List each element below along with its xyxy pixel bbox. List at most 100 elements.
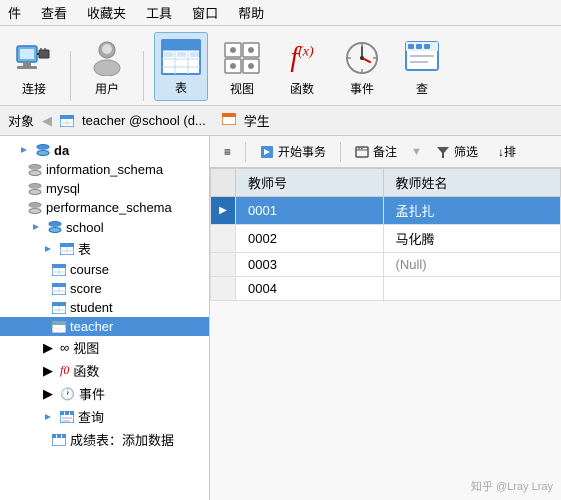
backup-button[interactable]: 备注 [347, 140, 405, 163]
col-header-name: 教师姓名 [383, 169, 560, 197]
school-db-icon [48, 220, 62, 234]
object-bar: 对象 ◀ teacher @school (d... 学生 [0, 106, 561, 136]
views-expand-icon: ▶ [40, 340, 56, 356]
event-icon [342, 38, 382, 78]
score-icon [52, 283, 66, 295]
school-expand-icon [28, 219, 44, 235]
filter-button[interactable]: 筛选 [428, 140, 486, 163]
functions-icon: f0 [60, 363, 69, 378]
mysql-label: mysql [46, 181, 80, 196]
sidebar-item-information-schema[interactable]: information_schema [0, 160, 209, 179]
null-text: (Null) [396, 257, 427, 272]
queries-label: 查询 [78, 407, 104, 426]
toolbar-function[interactable]: f(x) 函数 [276, 34, 328, 101]
cell-name-4[interactable] [383, 277, 560, 301]
sidebar-item-performance-schema[interactable]: performance_schema [0, 198, 209, 217]
sidebar-item-views[interactable]: ▶ ∞ 视图 [0, 336, 209, 359]
tables-group-icon [60, 243, 74, 255]
toolbar-divider-2 [143, 51, 144, 101]
menu-help[interactable]: 帮助 [234, 1, 268, 24]
teacher-icon [52, 321, 66, 333]
row-indicator-4 [211, 277, 236, 301]
toolbar-query[interactable]: 查 [396, 34, 448, 101]
menu-window[interactable]: 窗口 [188, 1, 222, 24]
menu-view[interactable]: 查看 [37, 1, 71, 24]
toolbar-connect[interactable]: 连接 [8, 34, 60, 101]
filter-icon [436, 145, 450, 159]
sidebar-item-school[interactable]: school [0, 217, 209, 237]
table-row[interactable]: 0002 马化腾 [211, 225, 561, 253]
backup-icon [355, 145, 369, 159]
table-row[interactable]: 0003 (Null) [211, 253, 561, 277]
sort-button[interactable]: ↓排 [490, 140, 524, 163]
toolbar-query-label: 查 [416, 80, 428, 97]
toolbar-divider-1 [70, 51, 71, 101]
sidebar-item-student[interactable]: student [0, 298, 209, 317]
table-row[interactable]: 0004 [211, 277, 561, 301]
cell-name-1[interactable]: 孟扎扎 [383, 197, 560, 225]
tables-label: 表 [78, 239, 91, 258]
toolbar-event-label: 事件 [350, 80, 374, 97]
views-label: 视图 [73, 338, 99, 357]
tab-student[interactable]: 学生 [244, 111, 270, 130]
transaction-button[interactable]: 开始事务 [252, 140, 334, 163]
sidebar-item-score-report[interactable]: 成绩表：添加数据 [0, 428, 209, 451]
sidebar-item-events[interactable]: ▶ 🕐 事件 [0, 382, 209, 405]
row-indicator-3 [211, 253, 236, 277]
function-icon: f(x) [282, 38, 322, 78]
score-report-label: 成绩表：添加数据 [70, 430, 174, 449]
cell-name-2[interactable]: 马化腾 [383, 225, 560, 253]
content-area: ≡ 开始事务 备注 ▼ [210, 136, 561, 500]
toolbar-event[interactable]: 事件 [336, 34, 388, 101]
events-expand-icon: ▶ [40, 386, 56, 402]
content-toolbar: ≡ 开始事务 备注 ▼ [210, 136, 561, 168]
da-label: da [54, 143, 69, 158]
sidebar-item-course[interactable]: course [0, 260, 209, 279]
toolbar-view-label: 视图 [230, 80, 254, 97]
functions-label: 函数 [73, 361, 99, 380]
functions-expand-icon: ▶ [40, 363, 56, 379]
table-large-icon [161, 37, 201, 77]
sidebar-item-teacher[interactable]: teacher [0, 317, 209, 336]
toolbar-view[interactable]: 视图 [216, 34, 268, 101]
sidebar-item-functions[interactable]: ▶ f0 函数 [0, 359, 209, 382]
performance-schema-icon [28, 201, 42, 215]
score-label: score [70, 281, 102, 296]
menu-file[interactable]: 件 [4, 1, 25, 24]
views-icon: ∞ [60, 340, 69, 355]
cell-id-4[interactable]: 0004 [236, 277, 384, 301]
col-header-id: 教师号 [236, 169, 384, 197]
menu-favorites[interactable]: 收藏夹 [83, 1, 130, 24]
cell-id-3[interactable]: 0003 [236, 253, 384, 277]
object-label: 对象 [8, 111, 34, 130]
view-icon [222, 38, 262, 78]
sidebar-item-mysql[interactable]: mysql [0, 179, 209, 198]
cell-id-1[interactable]: 0001 [236, 197, 384, 225]
sidebar-item-da[interactable]: da [0, 140, 209, 160]
transaction-icon [260, 145, 274, 159]
toolbar-table[interactable]: 表 [154, 32, 208, 101]
connect-icon [14, 38, 54, 78]
toolbar-table-label: 表 [175, 79, 187, 96]
score-report-icon [52, 434, 66, 446]
menu-button[interactable]: ≡ [216, 142, 239, 162]
table-row[interactable]: ▶ 0001 孟扎扎 [211, 197, 561, 225]
events-icon: 🕐 [60, 387, 75, 401]
teacher-label: teacher [70, 319, 113, 334]
performance-schema-label: performance_schema [46, 200, 172, 215]
toolbar-function-label: 函数 [290, 80, 314, 97]
watermark: 知乎 @Lray Lray [471, 478, 553, 494]
data-table: 教师号 教师姓名 ▶ 0001 孟扎扎 0002 马化腾 [210, 168, 561, 500]
row-indicator-1: ▶ [211, 197, 236, 225]
sidebar-item-tables[interactable]: 表 [0, 237, 209, 260]
sidebar-item-score[interactable]: score [0, 279, 209, 298]
menu-tools[interactable]: 工具 [142, 1, 176, 24]
toolbar-user[interactable]: 用户 [81, 34, 133, 101]
toolbar-user-label: 用户 [95, 80, 119, 97]
sidebar-item-queries[interactable]: 查询 [0, 405, 209, 428]
cell-id-2[interactable]: 0002 [236, 225, 384, 253]
row-indicator-2 [211, 225, 236, 253]
tab-teacher[interactable]: teacher @school (d... [82, 113, 206, 128]
information-schema-icon [28, 163, 42, 177]
cell-name-3[interactable]: (Null) [383, 253, 560, 277]
